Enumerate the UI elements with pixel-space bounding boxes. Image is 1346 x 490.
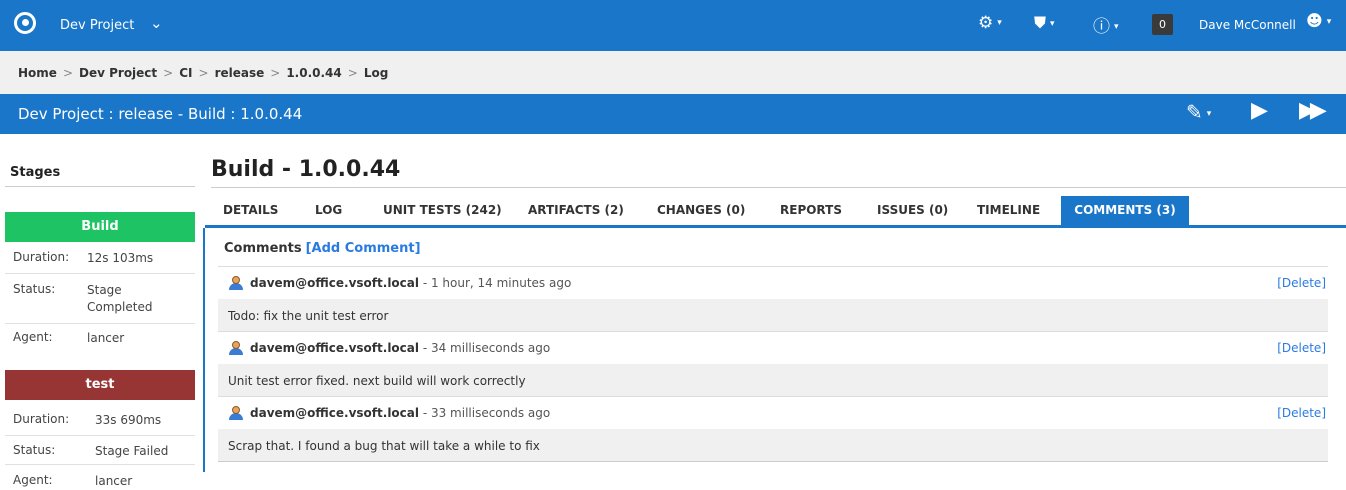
comment-time: - 33 milliseconds ago — [419, 406, 551, 420]
comment-author-line: davem@office.vsoft.local - 33 millisecon… — [250, 406, 550, 420]
divider — [211, 187, 1346, 188]
stage-agent-value: lancer — [95, 474, 133, 488]
stage-status-value: Stage Completed — [87, 283, 153, 314]
avatar-icon — [229, 276, 243, 290]
stage-status-label: Status: — [13, 282, 56, 296]
divider — [5, 186, 195, 187]
notification-badge[interactable]: 0 — [1152, 14, 1173, 35]
build-title: Dev Project : release - Build : 1.0.0.44 — [18, 105, 303, 123]
stage-duration-label: Duration: — [13, 412, 70, 426]
add-comment-link[interactable]: [Add Comment] — [306, 241, 421, 256]
tab-log[interactable]: LOG — [315, 196, 342, 225]
breadcrumb: Home > Dev Project > CI > release >1.0.0.44 > Log — [0, 51, 1346, 94]
stage-agent-row: Agent: lancer — [5, 473, 195, 490]
tab-unit-tests[interactable]: UNIT TESTS (242) — [383, 196, 502, 225]
comment-author: davem@office.vsoft.local — [250, 341, 419, 355]
comment-author-line: davem@office.vsoft.local - 1 hour, 14 mi… — [250, 276, 571, 290]
breadcrumb-separator: > — [270, 66, 281, 80]
comment-text: Unit test error fixed. next build will w… — [218, 364, 1328, 397]
help-icon[interactable]: ⓘ ▾ — [1093, 12, 1119, 37]
stage-status-row: Status: Stage Completed — [5, 282, 195, 324]
stages-heading: Stages — [10, 165, 61, 180]
breadcrumb-build[interactable]: 1.0.0.44 — [286, 66, 341, 80]
stage-duration-row: Duration: 12s 103ms — [5, 250, 195, 274]
comment-author-line: davem@office.vsoft.local - 34 millisecon… — [250, 341, 550, 355]
tab-bar: DETAILS LOG UNIT TESTS (242) ARTIFACTS (… — [205, 196, 1346, 228]
breadcrumb-separator: > — [62, 66, 73, 80]
stage-status-row: Status: Stage Failed — [5, 443, 195, 465]
comment-header: davem@office.vsoft.local - 34 millisecon… — [218, 331, 1328, 364]
stage-duration-value: 12s 103ms — [87, 251, 154, 265]
breadcrumb-separator: > — [347, 66, 358, 80]
comments-heading-label: Comments — [224, 241, 302, 256]
tab-comments[interactable]: COMMENTS (3) — [1061, 196, 1189, 225]
tab-artifacts[interactable]: ARTIFACTS (2) — [528, 196, 624, 225]
breadcrumb-separator: > — [198, 66, 209, 80]
stage-status-value: Stage Failed — [95, 444, 169, 458]
edit-pen-icon[interactable]: ✎ ▾ — [1186, 100, 1211, 124]
tab-reports[interactable]: REPORTS — [780, 196, 842, 225]
comment-text: Scrap that. I found a bug that will take… — [218, 429, 1328, 462]
comment-time: - 1 hour, 14 minutes ago — [419, 276, 572, 290]
comment-author: davem@office.vsoft.local — [250, 276, 419, 290]
stage-duration-label: Duration: — [13, 250, 70, 264]
comment-time: - 34 milliseconds ago — [419, 341, 551, 355]
stage-agent-value: lancer — [87, 331, 125, 345]
stage-duration-row: Duration: 33s 690ms — [5, 412, 195, 436]
top-navbar: Dev Project ⌄ ⚙ ▾ ⛊ ▾ ⓘ ▾ 0 Dave McConnell … — [0, 0, 1346, 51]
stage-status-label: Status: — [13, 443, 56, 457]
project-selector[interactable]: Dev Project — [60, 18, 134, 33]
avatar-icon — [229, 406, 243, 420]
chevron-down-icon[interactable]: ⌄ — [150, 14, 163, 32]
page-title: Build - 1.0.0.44 — [211, 157, 401, 182]
comment-header: davem@office.vsoft.local - 1 hour, 14 mi… — [218, 266, 1328, 299]
comment-author: davem@office.vsoft.local — [250, 406, 419, 420]
breadcrumb-release[interactable]: release — [215, 66, 265, 80]
breadcrumb-ci[interactable]: CI — [179, 66, 192, 80]
tab-details[interactable]: DETAILS — [223, 196, 278, 225]
stage-header-test[interactable]: test — [5, 370, 195, 400]
breadcrumb-project[interactable]: Dev Project — [79, 66, 157, 80]
breadcrumb-separator: > — [163, 66, 174, 80]
divider — [203, 228, 205, 472]
stage-header-build[interactable]: Build — [5, 212, 195, 242]
delete-comment-link[interactable]: [Delete] — [1277, 276, 1326, 290]
shield-icon[interactable]: ⛊ ▾ — [1034, 13, 1055, 33]
avatar-icon — [229, 341, 243, 355]
app-logo-icon[interactable] — [14, 12, 36, 34]
comments-heading: Comments [Add Comment] — [224, 241, 421, 256]
user-name[interactable]: Dave McConnell — [1199, 18, 1296, 32]
fast-forward-icon[interactable]: ▶▶ — [1299, 98, 1327, 123]
tab-changes[interactable]: CHANGES (0) — [657, 196, 745, 225]
breadcrumb-home[interactable]: Home — [18, 66, 57, 80]
stage-agent-label: Agent: — [13, 473, 53, 487]
user-icon[interactable]: ☻ ▾ — [1306, 11, 1331, 30]
stage-agent-row: Agent: lancer — [5, 330, 195, 354]
gear-icon[interactable]: ⚙ ▾ — [978, 13, 1002, 33]
comment-text: Todo: fix the unit test error — [218, 299, 1328, 332]
delete-comment-link[interactable]: [Delete] — [1277, 341, 1326, 355]
stage-agent-label: Agent: — [13, 330, 53, 344]
comment-header: davem@office.vsoft.local - 33 millisecon… — [218, 396, 1328, 429]
breadcrumb-log: Log — [363, 66, 389, 80]
stage-duration-value: 33s 690ms — [95, 413, 162, 427]
play-icon[interactable]: ▶ — [1251, 98, 1268, 123]
tab-issues[interactable]: ISSUES (0) — [877, 196, 948, 225]
build-header-bar: Dev Project : release - Build : 1.0.0.44… — [0, 94, 1346, 134]
tab-timeline[interactable]: TIMELINE — [977, 196, 1040, 225]
delete-comment-link[interactable]: [Delete] — [1277, 406, 1326, 420]
